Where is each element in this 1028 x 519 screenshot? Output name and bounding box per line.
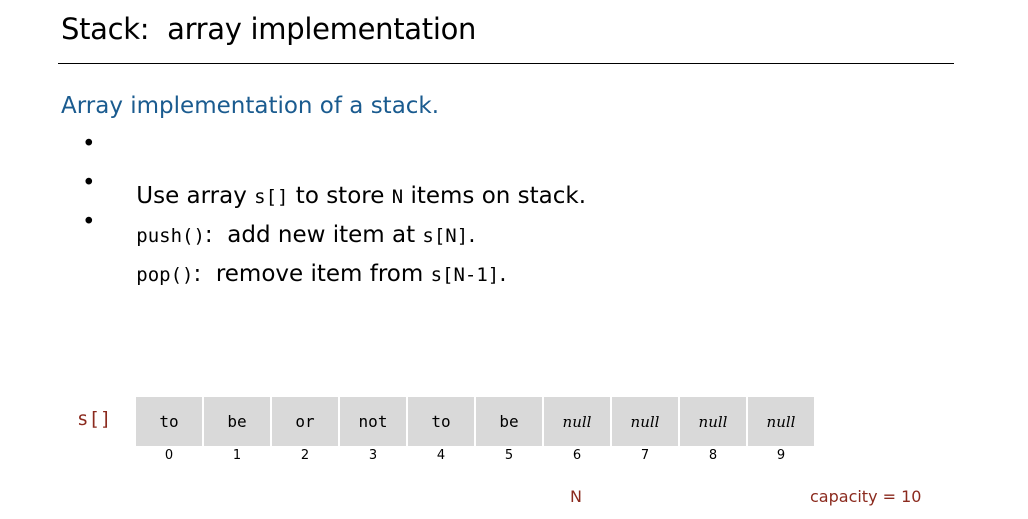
array-index: 1 <box>232 448 242 463</box>
array-cell: be <box>204 397 270 446</box>
slide-subtitle: Array implementation of a stack. <box>61 93 440 119</box>
array-cell-null: null <box>680 397 746 446</box>
array-index: 3 <box>368 448 378 463</box>
array-cell: to <box>408 397 474 446</box>
array-cell: not <box>340 397 406 446</box>
array-indices: 0 1 2 3 4 5 6 7 8 9 <box>136 448 816 463</box>
array-index: 7 <box>640 448 650 463</box>
array-cell: or <box>272 397 338 446</box>
array-cell: to <box>136 397 202 446</box>
n-pointer-label: N <box>570 487 582 506</box>
capacity-label: capacity = 10 <box>810 487 922 506</box>
array-index: 6 <box>572 448 582 463</box>
array-index: 8 <box>708 448 718 463</box>
bullet-item-push: • push(): add new item at s[N]. <box>82 170 586 248</box>
array-cell-null: null <box>612 397 678 446</box>
bullet-dot: • <box>82 170 96 196</box>
array-cell-null: null <box>748 397 814 446</box>
array-index: 2 <box>300 448 310 463</box>
title-divider <box>58 63 954 64</box>
bullet-item-pop: • pop(): remove item from s[N-1]. <box>82 209 586 287</box>
bullet-dot: • <box>82 131 96 157</box>
bullet-item-use-array: • Use array s[] to store N items on stac… <box>82 131 586 209</box>
slide-title: Stack: array implementation <box>61 12 477 46</box>
array-index: 9 <box>776 448 786 463</box>
array-index: 4 <box>436 448 446 463</box>
array-cell-null: null <box>544 397 610 446</box>
bullet-list: • Use array s[] to store N items on stac… <box>82 131 586 287</box>
code-pop: pop() <box>136 264 194 286</box>
array-index: 0 <box>164 448 174 463</box>
bullet-text: : remove item from <box>193 261 431 287</box>
array-cell: be <box>476 397 542 446</box>
code-s-n-minus-1: s[N-1] <box>430 264 500 286</box>
bullet-dot: • <box>82 209 96 235</box>
array-cells: to be or not to be null null null null <box>136 397 814 446</box>
bullet-text: . <box>499 261 507 287</box>
array-index: 5 <box>504 448 514 463</box>
array-label: s[] <box>77 408 112 430</box>
